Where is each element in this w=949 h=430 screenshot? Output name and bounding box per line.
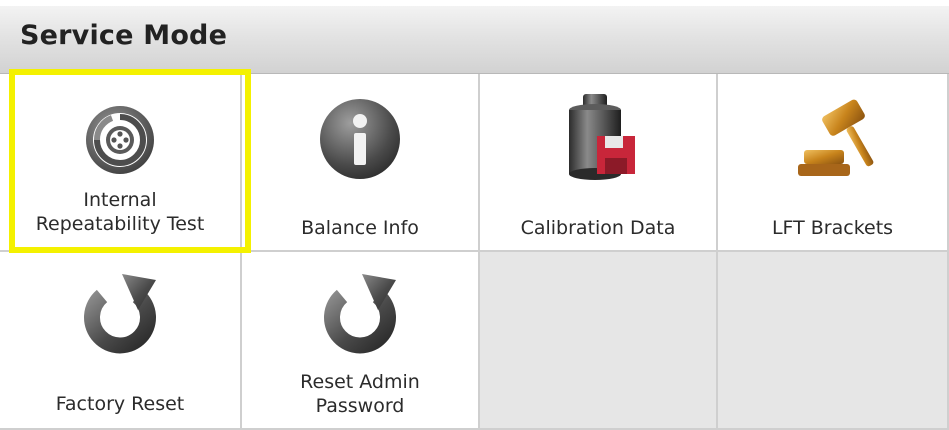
reset-arrow-icon bbox=[312, 266, 408, 362]
internal-repeatability-test-label: Internal Repeatability Test bbox=[35, 189, 205, 235]
factory-reset-label: Factory Reset bbox=[55, 393, 185, 415]
reset-arrow-icon bbox=[72, 266, 168, 362]
reset-admin-password-button[interactable]: Reset Admin Password bbox=[242, 252, 480, 430]
factory-reset-button[interactable]: Factory Reset bbox=[0, 252, 242, 430]
service-menu-grid: Internal Repeatability Test Balance Info… bbox=[0, 74, 949, 430]
info-icon bbox=[315, 94, 405, 184]
lft-brackets-button[interactable]: LFT Brackets bbox=[718, 74, 949, 252]
lft-brackets-label: LFT Brackets bbox=[771, 217, 894, 239]
empty-tile bbox=[480, 252, 718, 430]
target-icon bbox=[80, 100, 160, 180]
balance-info-button[interactable]: Balance Info bbox=[242, 74, 480, 252]
balance-info-label: Balance Info bbox=[301, 217, 419, 239]
internal-repeatability-test-button[interactable]: Internal Repeatability Test bbox=[0, 74, 242, 252]
page-title: Service Mode bbox=[20, 20, 228, 51]
calibration-data-button[interactable]: Calibration Data bbox=[480, 74, 718, 252]
gavel-icon bbox=[788, 92, 878, 184]
calibration-data-label: Calibration Data bbox=[520, 217, 676, 239]
header-bar: Service Mode bbox=[0, 6, 949, 74]
empty-tile bbox=[718, 252, 949, 430]
reset-admin-password-label: Reset Admin Password bbox=[300, 371, 420, 417]
calibration-weight-icon bbox=[553, 90, 643, 186]
service-mode-screen: Service Mode Internal Repeatability Test… bbox=[0, 0, 949, 430]
